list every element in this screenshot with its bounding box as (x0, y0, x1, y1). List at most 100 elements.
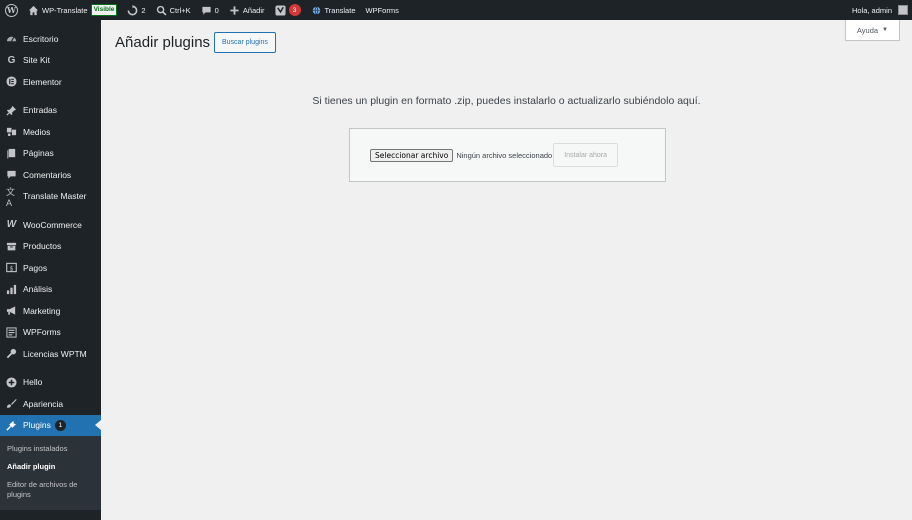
updates-count: 2 (141, 5, 146, 15)
updates-menu[interactable]: 2 (122, 0, 150, 20)
choose-file-button[interactable]: Seleccionar archivo (370, 148, 454, 162)
megaphone-icon (6, 305, 17, 316)
sidebar-item-label: Escritorio (23, 33, 59, 44)
translate-menu[interactable]: Translate (306, 0, 361, 20)
help-label: Ayuda (856, 25, 879, 35)
google-icon: G (7, 54, 16, 66)
pin-icon (6, 105, 17, 116)
plus-icon (229, 5, 240, 16)
media-icon (6, 126, 17, 137)
sidebar-item-apariencia[interactable]: Apariencia (0, 393, 101, 415)
sidebar-item-escritorio[interactable]: Escritorio (0, 28, 101, 50)
sidebar-item-label: Plugins (23, 420, 51, 431)
home-icon (28, 5, 39, 16)
plug-icon (6, 420, 17, 431)
site-name-menu[interactable]: WP-Translate Visible (23, 0, 122, 20)
sidebar-item-medios[interactable]: Medios (0, 121, 101, 143)
plus-circle-icon (6, 377, 17, 388)
sidebar-item-label: Productos (23, 241, 62, 252)
submenu-item-installed-plugins[interactable]: Plugins instalados (0, 440, 101, 458)
plugins-submenu: Plugins instalados Añadir plugin Editor … (0, 436, 101, 510)
key-icon (6, 348, 17, 359)
archive-icon (6, 241, 17, 252)
caret-down-icon: ▼ (882, 27, 888, 33)
site-name: WP-Translate (42, 5, 88, 15)
sidebar-item-label: Pagos (23, 262, 48, 273)
sidebar-item-pagos[interactable]: $ Pagos (0, 257, 101, 279)
bar-chart-icon (6, 284, 17, 295)
sidebar-item-label: Entradas (23, 105, 58, 116)
refresh-icon (127, 4, 138, 16)
submenu-item-plugin-file-editor[interactable]: Editor de archivos de plugins (0, 476, 101, 504)
sidebar-item-label: Apariencia (23, 398, 64, 409)
wpforms-label: WPForms (365, 5, 399, 15)
sidebar-item-entradas[interactable]: Entradas (0, 100, 101, 122)
wordpress-icon: W (5, 3, 18, 17)
sidebar-item-woocommerce[interactable]: W WooCommerce (0, 214, 101, 236)
admin-bar: W WP-Translate Visible 2 Ctrl+K 0 Añadir (0, 0, 912, 20)
comments-menu[interactable]: 0 (196, 0, 224, 20)
sidebar-item-hello[interactable]: Hello (0, 372, 101, 394)
svg-text:$: $ (9, 265, 13, 273)
woocommerce-icon: W (6, 219, 17, 231)
sidebar-item-analisis[interactable]: Análisis (0, 279, 101, 301)
new-content-menu[interactable]: Añadir (224, 0, 270, 20)
avatar (898, 5, 908, 15)
comment-icon (201, 5, 212, 16)
sidebar-item-label: WooCommerce (23, 219, 82, 230)
sidebar-item-comentarios[interactable]: Comentarios (0, 164, 101, 186)
submenu-item-add-plugin[interactable]: Añadir plugin (0, 458, 101, 476)
yoast-icon (274, 4, 286, 16)
translate-icon: 文A (6, 186, 16, 208)
globe-icon (311, 5, 322, 16)
sidebar-item-paginas[interactable]: Páginas (0, 143, 101, 165)
yoast-count: 3 (288, 4, 301, 16)
sidebar-item-label: Comentarios (23, 169, 72, 180)
help-tab-button[interactable]: Ayuda ▼ (844, 20, 900, 41)
comment-icon (6, 169, 17, 180)
translate-label: Translate (324, 5, 356, 15)
yoast-menu[interactable]: 3 (270, 0, 306, 20)
sidebar-item-label: Translate Master (23, 191, 87, 202)
sidebar-item-productos[interactable]: Productos (0, 236, 101, 258)
visibility-badge: Visible (90, 4, 118, 16)
greeting: Hola, admin (851, 5, 892, 15)
pages-icon (6, 148, 17, 159)
brush-icon (6, 398, 17, 409)
wpforms-menu[interactable]: WPForms (361, 0, 404, 20)
sidebar-item-label: Medios (23, 126, 51, 137)
dashboard-icon (6, 33, 17, 44)
sidebar-item-licencias-wptm[interactable]: Licencias WPTM (0, 343, 101, 365)
sidebar-item-wpforms[interactable]: WPForms (0, 322, 101, 344)
plugins-update-badge: 1 (54, 419, 66, 431)
page-title: Añadir plugins (115, 34, 211, 51)
sidebar-item-label: Páginas (23, 148, 54, 159)
install-now-button[interactable]: Instalar ahora (553, 143, 619, 167)
sidebar-item-label: Elementor (23, 76, 62, 87)
admin-sidebar: Escritorio G Site Kit Elementor Entradas… (0, 20, 101, 520)
new-label: Añadir (242, 5, 265, 15)
search-plugins-button[interactable]: Buscar plugins (214, 32, 276, 53)
money-icon: $ (6, 262, 17, 273)
sidebar-item-elementor[interactable]: Elementor (0, 71, 101, 93)
sidebar-item-label: Hello (23, 377, 43, 388)
form-icon (6, 327, 17, 338)
upload-plugin-form: Seleccionar archivo Ningún archivo selec… (349, 128, 666, 182)
sidebar-item-label: Marketing (23, 305, 61, 316)
elementor-icon (6, 76, 17, 87)
search-shortcut: Ctrl+K (169, 5, 191, 15)
search-icon (156, 5, 167, 16)
account-menu[interactable]: Hola, admin (847, 0, 912, 20)
wordpress-logo-menu[interactable]: W (0, 0, 23, 20)
sidebar-item-plugins[interactable]: Plugins 1 (0, 414, 101, 436)
command-palette-button[interactable]: Ctrl+K (151, 0, 196, 20)
main-content: Ayuda ▼ Añadir plugins Buscar plugins Si… (101, 20, 912, 520)
sidebar-item-label: Análisis (23, 284, 53, 295)
sidebar-item-label: Licencias WPTM (23, 348, 87, 359)
sidebar-item-site-kit[interactable]: G Site Kit (0, 50, 101, 72)
upload-instructions: Si tienes un plugin en formato .zip, pue… (312, 95, 701, 107)
sidebar-item-marketing[interactable]: Marketing (0, 300, 101, 322)
file-status-text: Ningún archivo seleccionado (456, 150, 553, 160)
sidebar-item-translate-master[interactable]: 文A Translate Master (0, 186, 101, 208)
sidebar-item-label: Site Kit (23, 55, 50, 66)
